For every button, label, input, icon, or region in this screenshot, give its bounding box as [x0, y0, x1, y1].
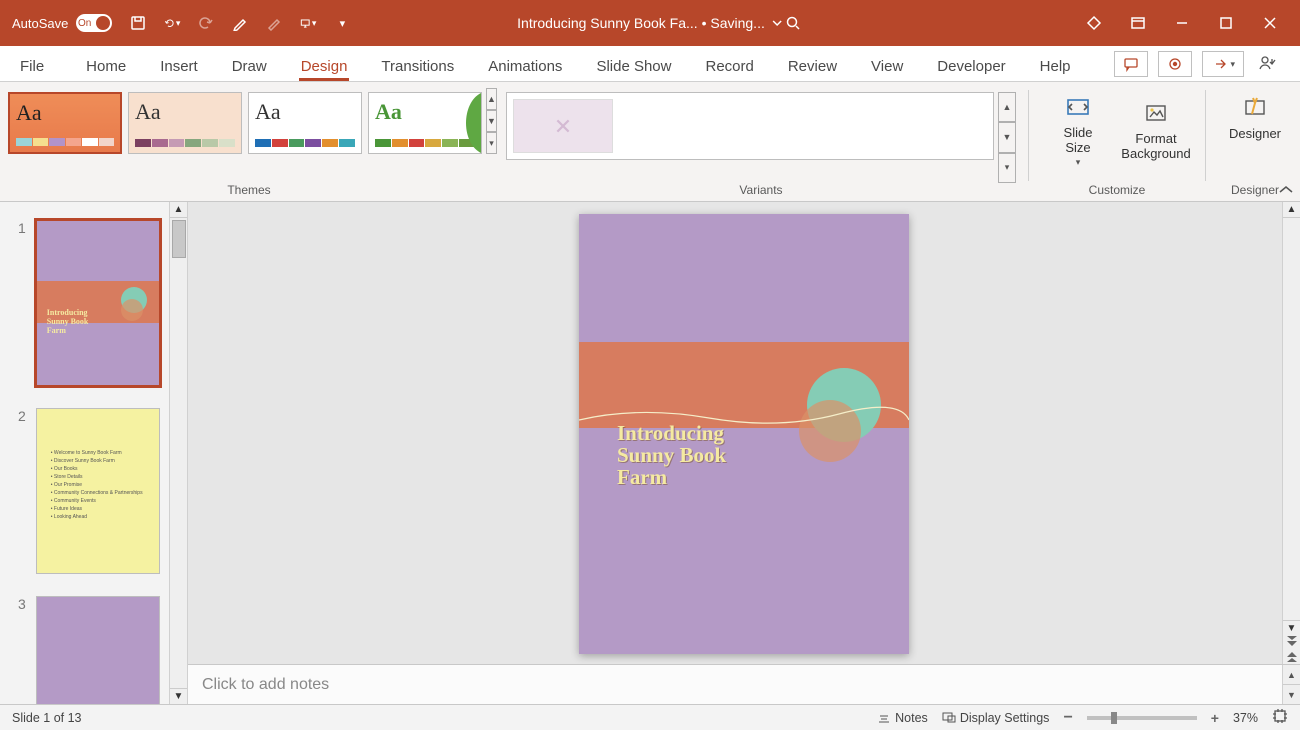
theme-item-4[interactable]: Aa	[368, 92, 482, 154]
theme-gallery: Aa Aa Aa Aa	[8, 88, 482, 154]
theme-gallery-spinner[interactable]: ▲ ▼ ▾	[486, 88, 497, 154]
chevron-down-icon	[771, 17, 783, 29]
next-slide-icon[interactable]	[1285, 650, 1299, 662]
designer-button[interactable]: Designer	[1218, 92, 1292, 143]
tab-review[interactable]: Review	[786, 52, 839, 81]
tab-draw[interactable]: Draw	[230, 52, 269, 81]
slide-size-button[interactable]: Slide Size ▾	[1041, 92, 1115, 170]
variant-gallery	[506, 92, 994, 160]
variant-item-1[interactable]	[513, 99, 613, 153]
variants-group-label: Variants	[506, 183, 1016, 199]
tab-file[interactable]: File	[18, 52, 54, 81]
slide-canvas-area[interactable]: Introducing Sunny Book Farm ▲ ▼	[188, 202, 1300, 664]
fit-to-window-icon[interactable]	[1272, 708, 1288, 727]
slide-editor: Introducing Sunny Book Farm ▲ ▼ Click to…	[188, 202, 1300, 704]
tab-slideshow[interactable]: Slide Show	[594, 52, 673, 81]
themes-group: Aa Aa Aa Aa ▲ ▼	[0, 82, 498, 201]
format-background-button[interactable]: Format Background	[1119, 92, 1193, 170]
thumbnail-2[interactable]: 2 • Welcome to Sunny Book Farm • Discove…	[18, 408, 179, 574]
ribbon-design: Aa Aa Aa Aa ▲ ▼	[0, 82, 1300, 202]
zoom-out-icon[interactable]: −	[1063, 709, 1072, 727]
tab-record[interactable]: Record	[703, 52, 755, 81]
scroll-down-icon[interactable]: ▼	[170, 688, 187, 704]
undo-icon[interactable]: ▾	[164, 15, 180, 31]
autosave: AutoSave On	[12, 14, 112, 32]
spinner-up-icon[interactable]: ▲	[486, 88, 497, 110]
share-button[interactable]: ▾	[1202, 51, 1244, 77]
slide-thumbnails-panel: 1 Introducing Sunny Book Farm 2 • Welcom…	[0, 202, 188, 704]
tab-design[interactable]: Design	[299, 52, 350, 81]
minimize-icon[interactable]	[1174, 15, 1190, 31]
themes-group-label: Themes	[8, 183, 490, 199]
comments-button[interactable]	[1114, 51, 1148, 77]
quick-access-toolbar: ▾ ▾ ▾	[130, 15, 350, 31]
spinner-down-icon[interactable]: ▼	[998, 122, 1016, 152]
save-icon[interactable]	[130, 15, 146, 31]
theme-item-2[interactable]: Aa	[128, 92, 242, 154]
zoom-level[interactable]: 37%	[1233, 711, 1258, 725]
ribbon-actions: ▾	[1114, 51, 1300, 81]
spinner-up-icon[interactable]: ▲	[998, 92, 1016, 122]
notes-button[interactable]: Notes	[877, 711, 928, 725]
spinner-more-icon[interactable]: ▾	[998, 153, 1016, 183]
scroll-up-icon[interactable]: ▲	[1283, 202, 1300, 218]
tab-view[interactable]: View	[869, 52, 905, 81]
customize-group: Slide Size ▾ Format Background Customize	[1033, 82, 1201, 201]
collapse-ribbon-icon[interactable]	[1278, 183, 1296, 197]
pen-icon[interactable]	[232, 15, 248, 31]
window-controls	[1086, 15, 1278, 31]
status-bar: Slide 1 of 13 Notes Display Settings − +…	[0, 704, 1300, 730]
search-icon[interactable]	[785, 15, 801, 31]
tab-transitions[interactable]: Transitions	[379, 52, 456, 81]
work-area: 1 Introducing Sunny Book Farm 2 • Welcom…	[0, 202, 1300, 704]
record-button[interactable]	[1158, 51, 1192, 77]
scroll-handle[interactable]	[172, 220, 186, 258]
diamond-icon[interactable]	[1086, 15, 1102, 31]
autosave-label: AutoSave	[12, 16, 68, 31]
ribbon-mode-icon[interactable]	[1130, 15, 1146, 31]
scroll-down-icon[interactable]: ▼	[1283, 620, 1300, 636]
thumbnail-1[interactable]: 1 Introducing Sunny Book Farm	[18, 220, 179, 386]
maximize-icon[interactable]	[1218, 15, 1234, 31]
tab-help[interactable]: Help	[1038, 52, 1073, 81]
variants-group: ▲ ▼ ▾ Variants	[498, 82, 1024, 201]
qat-more-icon[interactable]: ▾	[334, 15, 350, 31]
thumbnail-3[interactable]: 3 Welcome to Sunny Book Farm, your gatew…	[18, 596, 179, 704]
notes-placeholder: Click to add notes	[202, 676, 329, 694]
variant-gallery-spinner[interactable]: ▲ ▼ ▾	[998, 92, 1016, 183]
zoom-in-icon[interactable]: +	[1211, 710, 1219, 726]
display-settings-button[interactable]: Display Settings	[942, 711, 1050, 725]
slide-title: Introducing Sunny Book Farm	[617, 422, 726, 488]
theme-item-1[interactable]: Aa	[8, 92, 122, 154]
tab-developer[interactable]: Developer	[935, 52, 1007, 81]
customize-group-label: Customize	[1041, 183, 1193, 199]
tab-animations[interactable]: Animations	[486, 52, 564, 81]
canvas-scrollbar[interactable]: ▲ ▼	[1282, 202, 1300, 664]
slide-counter[interactable]: Slide 1 of 13	[12, 711, 82, 725]
account-icon[interactable]	[1254, 52, 1282, 77]
close-icon[interactable]	[1262, 15, 1278, 31]
prev-slide-icon[interactable]	[1285, 636, 1299, 648]
scroll-up-icon[interactable]: ▲	[170, 202, 187, 218]
document-title[interactable]: Introducing Sunny Book Fa... • Saving...	[517, 15, 783, 31]
redo-icon[interactable]	[198, 15, 214, 31]
tab-insert[interactable]: Insert	[158, 52, 200, 81]
present-icon[interactable]: ▾	[300, 15, 316, 31]
thumbnail-scrollbar[interactable]: ▲ ▼	[169, 202, 187, 704]
ribbon-tabs: File Home Insert Draw Design Transitions…	[0, 46, 1300, 82]
notes-scrollbar[interactable]: ▲▼	[1282, 665, 1300, 704]
theme-item-3[interactable]: Aa	[248, 92, 362, 154]
title-bar: AutoSave On ▾ ▾ ▾ Introducing Sunny Book…	[0, 0, 1300, 46]
tab-home[interactable]: Home	[84, 52, 128, 81]
autosave-state: On	[78, 18, 91, 29]
zoom-slider[interactable]	[1087, 716, 1197, 720]
spinner-down-icon[interactable]: ▼	[486, 110, 497, 132]
notes-pane[interactable]: Click to add notes ▲▼	[188, 664, 1300, 704]
slide-canvas[interactable]: Introducing Sunny Book Farm	[579, 214, 909, 654]
marker-icon[interactable]	[266, 15, 282, 31]
spinner-more-icon[interactable]: ▾	[486, 132, 497, 154]
